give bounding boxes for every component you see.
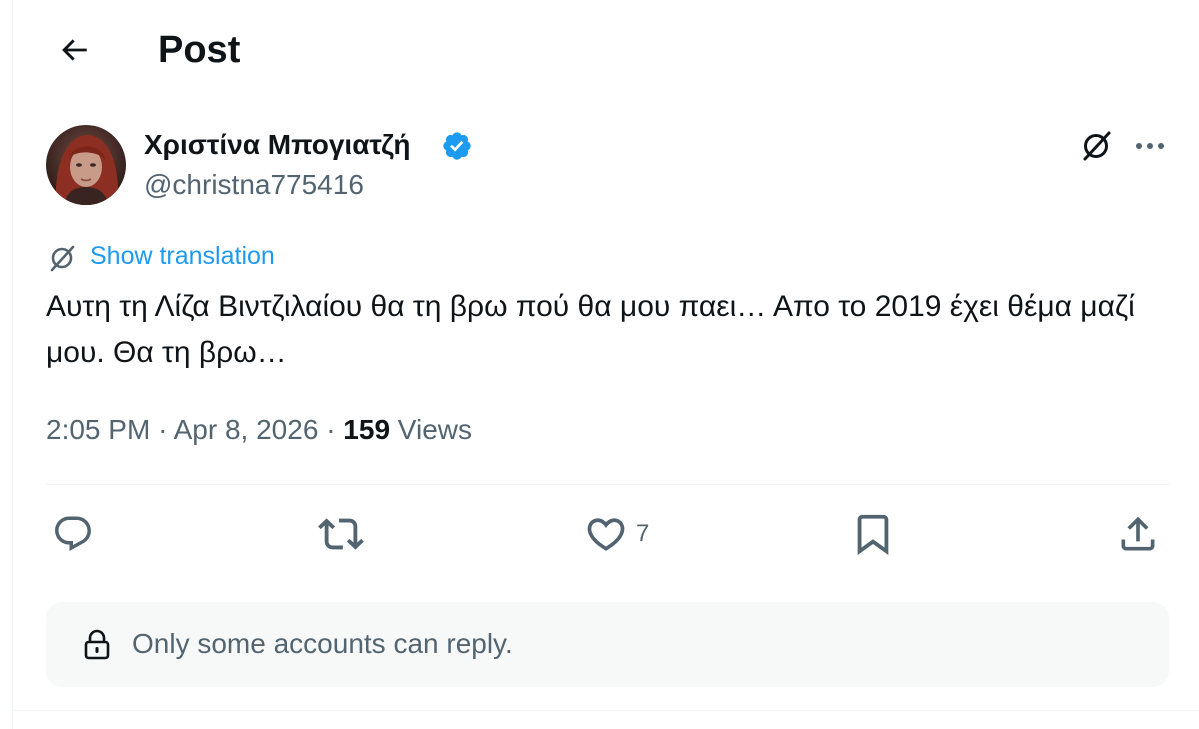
back-button[interactable] [50,26,98,74]
bookmark-button[interactable] [850,510,896,558]
post-metadata: 2:05 PM · Apr 8, 2026 · 159 Views [46,412,472,448]
like-count: 7 [636,520,650,547]
divider [46,484,1169,485]
lock-icon [84,629,110,660]
reply-restriction-text: Only some accounts can reply. [132,628,513,659]
bookmark-icon [857,514,889,555]
show-translation-link[interactable]: Show translation [90,240,275,272]
repost-button[interactable] [318,510,364,558]
more-dots-icon [1136,143,1164,149]
avatar-image [46,125,126,205]
meta-separator: · [158,414,168,445]
meta-separator: · [326,414,336,445]
more-options-button[interactable] [1130,126,1170,166]
author-handle[interactable]: @christna775416 [144,168,364,202]
grok-icon [1083,131,1111,161]
arrow-left-icon [62,39,87,61]
verified-badge-icon [443,132,471,160]
post-date[interactable]: Apr 8, 2026 [174,414,319,445]
repost-icon [318,518,364,550]
views-count: 159 [343,414,391,445]
grok-button[interactable] [1076,126,1116,166]
comment-icon [55,516,91,551]
post-time[interactable]: 2:05 PM [46,414,150,445]
like-button[interactable]: 7 [584,510,649,558]
views-label: Views [397,414,472,445]
avatar[interactable] [46,125,126,205]
reply-button[interactable] [52,510,94,558]
grok-translate-icon [46,242,78,274]
page-header: Post [12,0,1199,98]
bottom-border [12,710,1199,711]
heart-icon [587,518,625,551]
page-title: Post [158,29,241,71]
post-text: Αυτη τη Λίζα Βιντζιλαίου θα τη βρω πού θ… [46,290,1135,369]
share-icon [1121,516,1155,551]
share-button[interactable] [1116,510,1160,558]
author-display-name[interactable]: Χριστίνα Μπογιατζή [144,128,410,162]
